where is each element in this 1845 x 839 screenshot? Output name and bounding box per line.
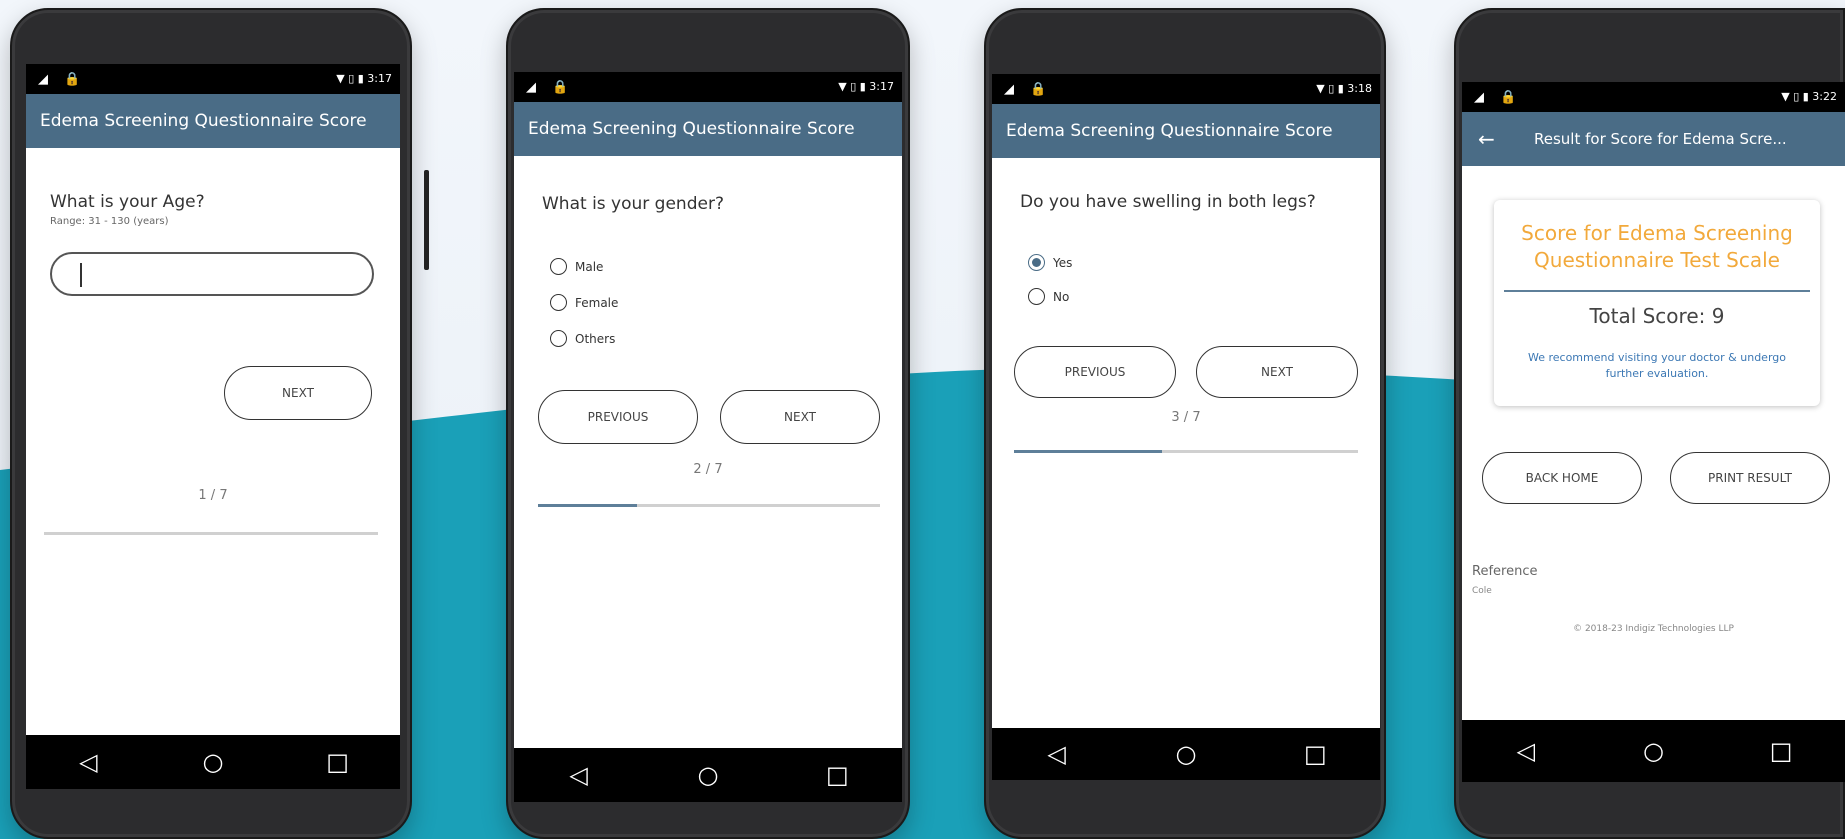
nav-back-icon[interactable]: ◁ — [1037, 740, 1077, 768]
phone-frame-swelling: ◢ 🔒 ▼ ▯ ▮ 3:18 Edema Screening Questionn… — [984, 8, 1386, 839]
android-nav-bar: ◁ ○ □ — [26, 735, 400, 789]
nav-recent-icon[interactable]: □ — [1761, 737, 1801, 765]
copyright-text: © 2018-23 Indigiz Technologies LLP — [1573, 624, 1734, 634]
status-right-icons: ▼ ▯ ▮ 3:22 — [1781, 90, 1837, 103]
nav-back-icon[interactable]: ◁ — [68, 748, 108, 776]
android-nav-bar: ◁ ○ □ — [992, 728, 1380, 780]
nav-recent-icon[interactable]: □ — [817, 761, 857, 789]
phone-frame-result: ◢ 🔒 ▼ ▯ ▮ 3:22 ← Result for Score for Ed… — [1454, 8, 1845, 839]
radio-label: Male — [575, 259, 604, 274]
swelling-question: Do you have swelling in both legs? — [1020, 192, 1316, 212]
gender-question: What is your gender? — [542, 194, 724, 214]
screen-result: ◢ 🔒 ▼ ▯ ▮ 3:22 ← Result for Score for Ed… — [1462, 82, 1845, 782]
radio-circle-selected[interactable] — [1028, 254, 1045, 271]
reference-heading: Reference — [1472, 564, 1538, 579]
total-score: Total Score: 9 — [1589, 304, 1725, 328]
radio-circle[interactable] — [550, 330, 567, 347]
status-left-icons: ◢ 🔒 — [38, 72, 87, 87]
print-result-button[interactable]: PRINT RESULT — [1670, 452, 1830, 504]
back-arrow-icon[interactable]: ← — [1478, 112, 1495, 166]
radio-label: Yes — [1053, 255, 1073, 270]
nav-recent-icon[interactable]: □ — [318, 748, 358, 776]
status-right-icons: ▼ ▯ ▮ 3:18 — [1316, 82, 1372, 95]
status-bar: ◢ 🔒 ▼ ▯ ▮ 3:18 — [992, 74, 1380, 104]
nav-home-icon[interactable]: ○ — [1166, 740, 1206, 768]
screen-gender: ◢ 🔒 ▼ ▯ ▮ 3:17 Edema Screening Questionn… — [514, 72, 902, 802]
status-right-icons: ▼ ▯ ▮ 3:17 — [336, 72, 392, 85]
status-bar: ◢ 🔒 ▼ ▯ ▮ 3:17 — [26, 64, 400, 94]
radio-label: Female — [575, 295, 619, 310]
previous-button[interactable]: PREVIOUS — [1014, 346, 1176, 398]
radio-circle[interactable] — [550, 294, 567, 311]
text-caret — [80, 263, 82, 287]
app-bar-title: Result for Score for Edema Scre... — [1534, 130, 1787, 148]
radio-label: No — [1053, 289, 1070, 304]
progress-counter: 3 / 7 — [1171, 410, 1201, 425]
previous-button[interactable]: PREVIOUS — [538, 390, 698, 444]
app-bar-title: Edema Screening Questionnaire Score — [514, 102, 902, 156]
app-bar-title: Edema Screening Questionnaire Score — [26, 94, 400, 148]
radio-circle[interactable] — [550, 258, 567, 275]
age-range-hint: Range: 31 - 130 (years) — [50, 216, 169, 227]
nav-home-icon[interactable]: ○ — [1633, 737, 1673, 765]
radio-circle[interactable] — [1028, 288, 1045, 305]
radio-option-no[interactable]: No — [1028, 288, 1069, 305]
progress-counter: 2 / 7 — [693, 462, 723, 477]
nav-home-icon[interactable]: ○ — [193, 748, 233, 776]
next-button[interactable]: NEXT — [224, 366, 372, 420]
progress-fill — [538, 504, 638, 507]
age-input[interactable] — [50, 252, 374, 296]
progress-counter: 1 / 7 — [198, 488, 228, 503]
status-left-icons: ◢ 🔒 — [1004, 82, 1053, 97]
screen-age: ◢ 🔒 ▼ ▯ ▮ 3:17 Edema Screening Questionn… — [26, 64, 400, 789]
back-home-button[interactable]: BACK HOME — [1482, 452, 1642, 504]
progress-bar — [1014, 450, 1358, 453]
progress-bar — [44, 532, 378, 535]
status-right-icons: ▼ ▯ ▮ 3:17 — [838, 80, 894, 93]
android-nav-bar: ◁ ○ □ — [1462, 720, 1845, 782]
nav-recent-icon[interactable]: □ — [1295, 740, 1335, 768]
nav-back-icon[interactable]: ◁ — [1506, 737, 1546, 765]
age-question: What is your Age? — [50, 192, 205, 212]
app-bar: ← Result for Score for Edema Scre... — [1462, 112, 1845, 166]
radio-option-male[interactable]: Male — [550, 258, 603, 275]
phone-side-button[interactable] — [424, 170, 429, 270]
score-card: Score for Edema Screening Questionnaire … — [1494, 200, 1820, 406]
phone-frame-age: ◢ 🔒 ▼ ▯ ▮ 3:17 Edema Screening Questionn… — [10, 8, 429, 839]
progress-fill — [1014, 450, 1162, 453]
divider — [1504, 290, 1810, 292]
next-button[interactable]: NEXT — [720, 390, 880, 444]
screen-swelling: ◢ 🔒 ▼ ▯ ▮ 3:18 Edema Screening Questionn… — [992, 74, 1380, 780]
nav-home-icon[interactable]: ○ — [688, 761, 728, 789]
radio-option-others[interactable]: Others — [550, 330, 615, 347]
status-left-icons: ◢ 🔒 — [1474, 90, 1523, 105]
status-left-icons: ◢ 🔒 — [526, 80, 575, 95]
progress-bar — [538, 504, 880, 507]
radio-label: Others — [575, 331, 616, 346]
app-bar-title: Edema Screening Questionnaire Score — [992, 104, 1380, 158]
android-nav-bar: ◁ ○ □ — [514, 748, 902, 802]
status-bar: ◢ 🔒 ▼ ▯ ▮ 3:22 — [1462, 82, 1845, 112]
recommendation-text: We recommend visiting your doctor & unde… — [1527, 351, 1786, 380]
radio-option-female[interactable]: Female — [550, 294, 618, 311]
radio-option-yes[interactable]: Yes — [1028, 254, 1072, 271]
phone-frame-gender: ◢ 🔒 ▼ ▯ ▮ 3:17 Edema Screening Questionn… — [506, 8, 910, 839]
next-button[interactable]: NEXT — [1196, 346, 1358, 398]
status-bar: ◢ 🔒 ▼ ▯ ▮ 3:17 — [514, 72, 902, 102]
nav-back-icon[interactable]: ◁ — [559, 761, 599, 789]
score-card-title: Score for Edema Screening Questionnaire … — [1521, 221, 1793, 272]
reference-text: Cole — [1472, 586, 1492, 596]
